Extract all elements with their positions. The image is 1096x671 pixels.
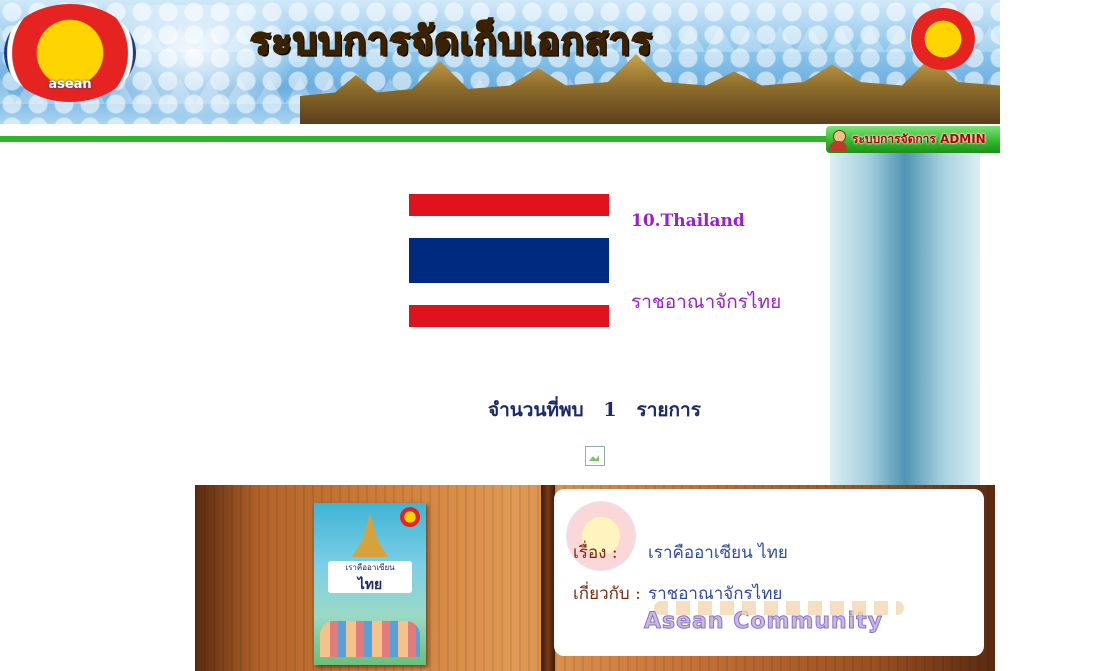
admin-button[interactable]: ระบบการจัดการ ADMIN	[826, 126, 1000, 153]
side-decoration-bar	[830, 153, 980, 485]
result-unit: รายการ	[636, 399, 701, 421]
result-number: 1	[603, 399, 617, 421]
subject-label: เรื่อง :	[573, 543, 618, 563]
asean-logo-left: asean	[4, 4, 136, 102]
site-title: ระบบการจัดเก็บเอกสาร	[249, 18, 653, 64]
book-cover[interactable]: เราคืออาเซียน ไทย	[314, 503, 426, 665]
children-illustration	[320, 621, 420, 657]
subject-value[interactable]: เราคืออาเซียน ไทย	[648, 543, 788, 563]
admin-label: ระบบการจัดการ ADMIN	[852, 132, 986, 146]
about-label: เกี่ยวกับ :	[573, 584, 641, 604]
thai-flag	[409, 194, 609, 327]
record-info-card: เรื่อง : เราคืออาเซียน ไทย เกี่ยวกับ : ราช…	[554, 489, 984, 656]
asean-community-logo: Asean Community	[643, 601, 904, 635]
country-thai-name: ราชอาณาจักรไทย	[631, 291, 782, 313]
header-banner: asean ระบบการจัดเก็บเอกสาร	[0, 0, 1000, 124]
flag-stripe-red-bottom	[409, 305, 609, 327]
logo-text: asean	[48, 77, 92, 92]
book-title-big: ไทย	[357, 577, 383, 593]
flag-stripe-red-top	[409, 194, 609, 216]
book-title: เราคืออาเซียน ไทย	[328, 561, 412, 593]
asean-badge-icon	[400, 507, 420, 527]
book-title-small: เราคืออาเซียน	[345, 563, 395, 572]
flag-stripe-blue	[409, 238, 609, 283]
result-label: จำนวนที่พบ	[488, 399, 584, 421]
community-kids-graphic	[654, 601, 904, 615]
asean-logo-right	[910, 8, 976, 70]
header-divider	[0, 136, 830, 142]
subject-row: เรื่อง : เราคืออาเซียน ไทย	[573, 539, 788, 566]
broken-image-icon[interactable]	[585, 446, 605, 466]
country-name: 10.Thailand	[631, 211, 745, 231]
shelf-divider	[541, 485, 555, 671]
temple-icon	[352, 513, 388, 557]
flag-stripe-white-bottom	[409, 283, 609, 305]
flag-stripe-white-top	[409, 216, 609, 238]
result-count: จำนวนที่พบ 1 รายการ	[488, 395, 701, 425]
admin-user-icon	[828, 129, 848, 151]
